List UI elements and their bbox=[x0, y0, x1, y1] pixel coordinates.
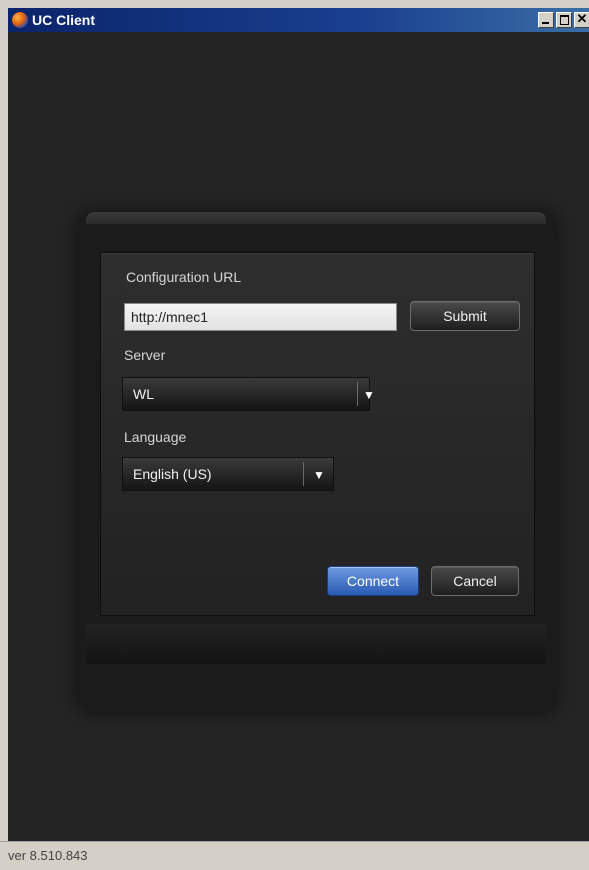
submit-button[interactable]: Submit bbox=[410, 301, 520, 331]
config-url-input[interactable] bbox=[124, 303, 397, 331]
chevron-down-icon[interactable]: ▼ bbox=[309, 459, 329, 491]
minimize-button[interactable] bbox=[538, 12, 554, 28]
version-text: ver 8.510.843 bbox=[8, 848, 88, 863]
status-bar: ver 8.510.843 bbox=[0, 841, 589, 870]
language-select[interactable]: English (US) ▼ bbox=[122, 457, 334, 491]
config-url-label: Configuration URL bbox=[126, 269, 242, 285]
dialog-panel: Configuration URL Submit Server WL ▼ Lan… bbox=[100, 252, 535, 616]
close-button[interactable]: ✕ bbox=[574, 12, 589, 28]
window-title: UC Client bbox=[32, 12, 95, 28]
dialog-bottom-bar bbox=[86, 624, 546, 664]
language-label: Language bbox=[124, 429, 187, 445]
chevron-down-icon[interactable]: ▼ bbox=[359, 379, 379, 411]
server-select[interactable]: WL ▼ bbox=[122, 377, 375, 411]
cancel-button[interactable]: Cancel bbox=[431, 566, 519, 596]
app-logo-icon bbox=[12, 12, 28, 28]
server-value: WL bbox=[133, 386, 154, 402]
dropdown-separator bbox=[357, 382, 358, 406]
dialog-top-edge bbox=[86, 212, 546, 224]
maximize-icon bbox=[560, 15, 569, 25]
maximize-button[interactable] bbox=[556, 12, 572, 28]
minimize-icon bbox=[542, 22, 549, 24]
title-bar[interactable]: UC Client ✕ bbox=[8, 8, 589, 32]
connect-button[interactable]: Connect bbox=[327, 566, 419, 596]
app-window: UC Client ✕ Configuration URL Submit Ser… bbox=[0, 0, 589, 870]
config-dialog: Configuration URL Submit Server WL ▼ Lan… bbox=[78, 212, 556, 712]
language-value: English (US) bbox=[133, 466, 212, 482]
close-icon: ✕ bbox=[576, 11, 588, 26]
server-label: Server bbox=[124, 347, 166, 363]
dropdown-separator bbox=[303, 462, 304, 486]
client-area: Configuration URL Submit Server WL ▼ Lan… bbox=[8, 32, 589, 841]
